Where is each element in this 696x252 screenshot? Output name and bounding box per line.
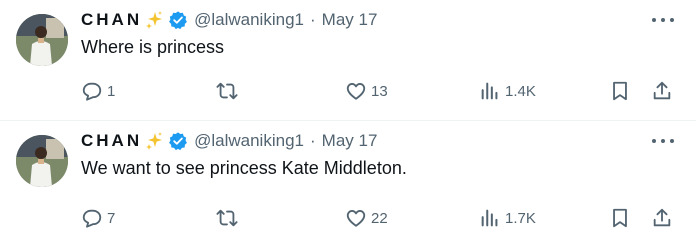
retweet-button[interactable]: [216, 205, 242, 231]
heart-icon: [346, 83, 366, 100]
share-button[interactable]: [651, 205, 673, 231]
like-count: 22: [371, 209, 388, 227]
share-icon: [653, 81, 671, 100]
tweet-actions: 7 22 1.7K: [0, 205, 696, 231]
reply-count: 7: [107, 209, 116, 227]
retweet-icon: [216, 209, 238, 227]
user-handle[interactable]: @lalwaniking1: [194, 10, 304, 30]
avatar-image: [16, 14, 68, 66]
share-button[interactable]: [651, 78, 673, 104]
tweet-actions: 1 13 1.4K: [0, 78, 696, 104]
view-count: 1.4K: [505, 82, 536, 100]
views-button[interactable]: 1.4K: [479, 78, 536, 104]
reply-icon: [82, 209, 102, 228]
more-options-icon[interactable]: [652, 12, 674, 28]
display-name[interactable]: CHAN: [81, 10, 142, 30]
reply-count: 1: [107, 82, 116, 100]
reply-button[interactable]: 7: [81, 205, 115, 231]
verified-badge-icon[interactable]: [168, 10, 188, 30]
separator-dot: ·: [309, 131, 316, 150]
bookmark-icon: [613, 208, 627, 228]
tweet[interactable]: CHAN @lalwaniking1 · May 17 We want to s…: [0, 121, 696, 252]
share-icon: [653, 208, 671, 227]
view-count: 1.7K: [505, 209, 536, 227]
reply-icon: [82, 82, 102, 101]
avatar[interactable]: [16, 14, 68, 66]
more-options-icon[interactable]: [652, 133, 674, 149]
reply-button[interactable]: 1: [81, 78, 115, 104]
bookmark-button[interactable]: [609, 78, 631, 104]
avatar-image: [16, 135, 68, 187]
tweet-date[interactable]: May 17: [322, 131, 378, 151]
user-handle[interactable]: @lalwaniking1: [194, 131, 304, 151]
views-button[interactable]: 1.7K: [479, 205, 536, 231]
analytics-icon: [481, 209, 498, 227]
verified-badge-icon[interactable]: [168, 131, 188, 151]
tweet-text: Where is princess: [81, 37, 225, 57]
tweet-header: CHAN @lalwaniking1 · May 17: [81, 9, 377, 31]
sparkles-icon: [144, 131, 164, 151]
tweet-date[interactable]: May 17: [322, 10, 378, 30]
heart-icon: [346, 210, 366, 227]
tweet-header: CHAN @lalwaniking1 · May 17: [81, 130, 377, 152]
bookmark-icon: [613, 81, 627, 101]
tweet-text: We want to see princess Kate Middleton.: [81, 158, 407, 178]
avatar[interactable]: [16, 135, 68, 187]
like-button[interactable]: 22: [345, 205, 388, 231]
analytics-icon: [481, 82, 498, 100]
sparkles-icon: [144, 10, 164, 30]
retweet-button[interactable]: [216, 78, 242, 104]
separator-dot: ·: [309, 10, 316, 29]
like-count: 13: [371, 82, 388, 100]
tweet-feed: CHAN @lalwaniking1 · May 17 Where is pri…: [0, 0, 696, 252]
retweet-icon: [216, 82, 238, 100]
like-button[interactable]: 13: [345, 78, 388, 104]
tweet[interactable]: CHAN @lalwaniking1 · May 17 Where is pri…: [0, 0, 696, 121]
display-name[interactable]: CHAN: [81, 131, 142, 151]
bookmark-button[interactable]: [609, 205, 631, 231]
